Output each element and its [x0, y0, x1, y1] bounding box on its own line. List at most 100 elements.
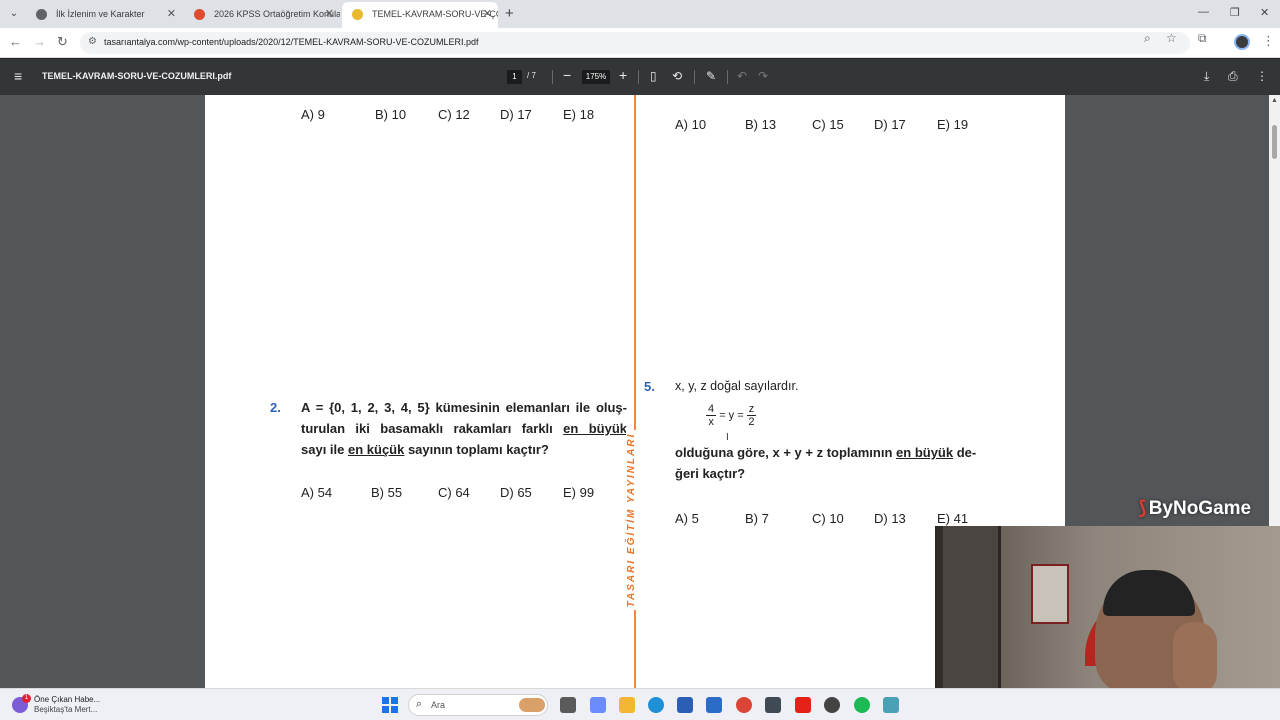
tab-close-icon[interactable]: ✕	[167, 3, 176, 25]
profile-avatar[interactable]	[1234, 34, 1250, 50]
download-icon[interactable]: ⤓	[1204, 69, 1209, 84]
site-info-icon[interactable]: ⚙	[88, 36, 97, 47]
tool-app-icon[interactable]	[765, 697, 781, 713]
q2-options: A) 54 B) 55 C) 64 D) 65 E) 99	[301, 485, 621, 501]
q5-line-1: olduğuna göre, x + y + z toplamının en b…	[675, 442, 1005, 463]
print-icon[interactable]: ⎙	[1228, 69, 1238, 84]
tab-favicon-icon	[194, 9, 205, 20]
address-bar[interactable]: ⚙ tasarıantalya.com/wp-content/uploads/2…	[80, 32, 1190, 54]
q5-underlined-en-buyuk: en büyük	[896, 445, 954, 460]
q1-options: A) 9 B) 10 C) 12 D) 17 E) 18	[301, 107, 621, 123]
zoom-out-button[interactable]: −	[563, 67, 571, 83]
snipping-app-icon[interactable]	[706, 697, 722, 713]
option-e: E) 18	[563, 107, 595, 122]
option-a: A) 54	[301, 485, 333, 500]
q5-intro: x, y, z doğal sayılardır.	[675, 379, 799, 393]
webcam-hand	[1173, 622, 1217, 694]
forward-arrow-icon[interactable]: →	[33, 34, 46, 49]
fraction-4-over-x: 4x	[706, 403, 717, 428]
url-text[interactable]: tasarıantalya.com/wp-content/uploads/202…	[104, 37, 478, 47]
pdf-file-name: TEMEL-KAVRAM-SORU-VE-COZUMLERI.pdf	[42, 71, 232, 81]
scroll-up-arrow-icon[interactable]: ▲	[1271, 97, 1278, 104]
chrome-app-icon[interactable]	[736, 697, 752, 713]
explorer-app-icon[interactable]	[619, 697, 635, 713]
start-button[interactable]	[382, 697, 398, 713]
q2-line-1: A = {0, 1, 2, 3, 4, 5} kümesinin elemanl…	[301, 400, 627, 415]
fraction-denominator: x	[708, 416, 714, 428]
option-e: E) 19	[937, 117, 969, 132]
browser-menu-icon[interactable]: ⋮	[1262, 33, 1275, 49]
minimize-icon[interactable]: —	[1198, 6, 1209, 18]
zoom-in-button[interactable]: +	[619, 67, 627, 83]
obs-app-icon[interactable]	[824, 697, 840, 713]
tab-temel-kavram-pdf[interactable]: TEMEL-KAVRAM-SORU-VE-ÇÖZ ✕	[342, 2, 498, 28]
option-d: D) 17	[874, 117, 906, 132]
q5-equation: 4x = y = z2	[706, 403, 757, 428]
q5-line-2: ğeri kaçtır?	[675, 466, 746, 481]
store-app-icon[interactable]	[677, 697, 693, 713]
tab-search-icon[interactable]: ⌄	[6, 6, 22, 22]
webcam-door	[943, 526, 1001, 694]
other-app-icon[interactable]	[883, 697, 899, 713]
pdf-sidebar-menu-icon[interactable]: ≡	[14, 68, 22, 84]
news-headline-2[interactable]: Beşiktaş'ta Mert...	[34, 705, 97, 714]
scrollbar-thumb[interactable]	[1272, 125, 1277, 159]
q2-line-3-pre: sayı ile	[301, 442, 348, 457]
annotate-pen-icon[interactable]: ✎	[706, 69, 716, 83]
option-d: D) 13	[874, 511, 906, 526]
news-headline-1[interactable]: Öne Çıkan Habe...	[34, 695, 100, 704]
redo-icon[interactable]: ↷	[758, 69, 768, 83]
tab-close-icon[interactable]: ✕	[483, 2, 492, 26]
toolbar-divider	[727, 70, 728, 84]
bookmark-star-icon[interactable]: ☆	[1166, 31, 1177, 45]
webcam-bookshelf	[1031, 564, 1069, 624]
tab-title: İlk İzlenim ve Karakter	[56, 9, 145, 19]
equation-middle: = y =	[719, 409, 744, 422]
publisher-side-label: TASARI EĞİTİM YAYINLARI	[626, 430, 640, 610]
toolbar-divider	[638, 70, 639, 84]
q5-line-1-pre: olduğuna göre, x + y + z toplamının	[675, 445, 897, 460]
tab-close-icon[interactable]: ✕	[325, 3, 334, 25]
option-e: E) 99	[563, 485, 595, 500]
option-d: D) 17	[500, 107, 532, 122]
tab-favicon-icon	[36, 9, 47, 20]
edge-app-icon[interactable]	[648, 697, 664, 713]
zoom-level-input[interactable]: 175%	[582, 70, 610, 84]
undo-icon[interactable]: ↶	[737, 69, 747, 83]
option-c: C) 64	[438, 485, 470, 500]
option-b: B) 13	[745, 117, 777, 132]
extensions-icon[interactable]: ⧉	[1198, 31, 1207, 46]
q5-options: A) 5 B) 7 C) 10 D) 13 E) 41	[675, 511, 995, 527]
q2-line-2-text: turulan iki basamaklı rakamları farklı	[301, 421, 564, 436]
copilot-app-icon[interactable]	[590, 697, 606, 713]
fit-page-icon[interactable]: ▯	[650, 69, 657, 83]
spotify-app-icon[interactable]	[854, 697, 870, 713]
rotate-icon[interactable]: ⟲	[672, 69, 682, 83]
option-a: A) 5	[675, 511, 699, 526]
page-number-input[interactable]: 1	[507, 70, 522, 84]
option-e: E) 41	[937, 511, 969, 526]
files-app-icon[interactable]	[560, 697, 576, 713]
new-tab-button[interactable]: +	[505, 5, 514, 22]
option-c: C) 15	[812, 117, 844, 132]
reload-icon[interactable]: ↻	[57, 34, 68, 50]
option-c: C) 12	[438, 107, 470, 122]
youtube-app-icon[interactable]	[795, 697, 811, 713]
taskbar-search[interactable]: ⌕ Ara	[408, 694, 548, 716]
zoom-lens-icon[interactable]: ⌕	[1144, 31, 1151, 46]
tab-ilk-izlenim[interactable]: İlk İzlenim ve Karakter ✕	[26, 3, 182, 25]
q4-options: A) 10 B) 13 C) 15 D) 17 E) 19	[675, 117, 995, 133]
close-window-icon[interactable]: ✕	[1260, 6, 1269, 19]
option-a: A) 9	[301, 107, 325, 122]
search-icon: ⌕	[416, 698, 423, 710]
back-arrow-icon[interactable]: ←	[9, 34, 22, 49]
maximize-icon[interactable]: ❐	[1230, 6, 1240, 19]
pdf-more-icon[interactable]: ⋮	[1256, 69, 1268, 83]
q2-underlined-en-buyuk: en büyük	[563, 421, 627, 436]
browser-toolbar: ← → ↻ ⚙ tasarıantalya.com/wp-content/upl…	[0, 28, 1280, 58]
q2-underlined-en-kucuk: en küçük	[347, 442, 405, 457]
browser-tab-strip: ⌄ İlk İzlenim ve Karakter ✕ 2026 KPSS Or…	[0, 0, 1280, 28]
toolbar-divider	[552, 70, 553, 84]
news-badge: 1	[22, 694, 31, 703]
tab-kpss-konular[interactable]: 2026 KPSS Ortaöğretim Konula ✕	[184, 3, 340, 25]
